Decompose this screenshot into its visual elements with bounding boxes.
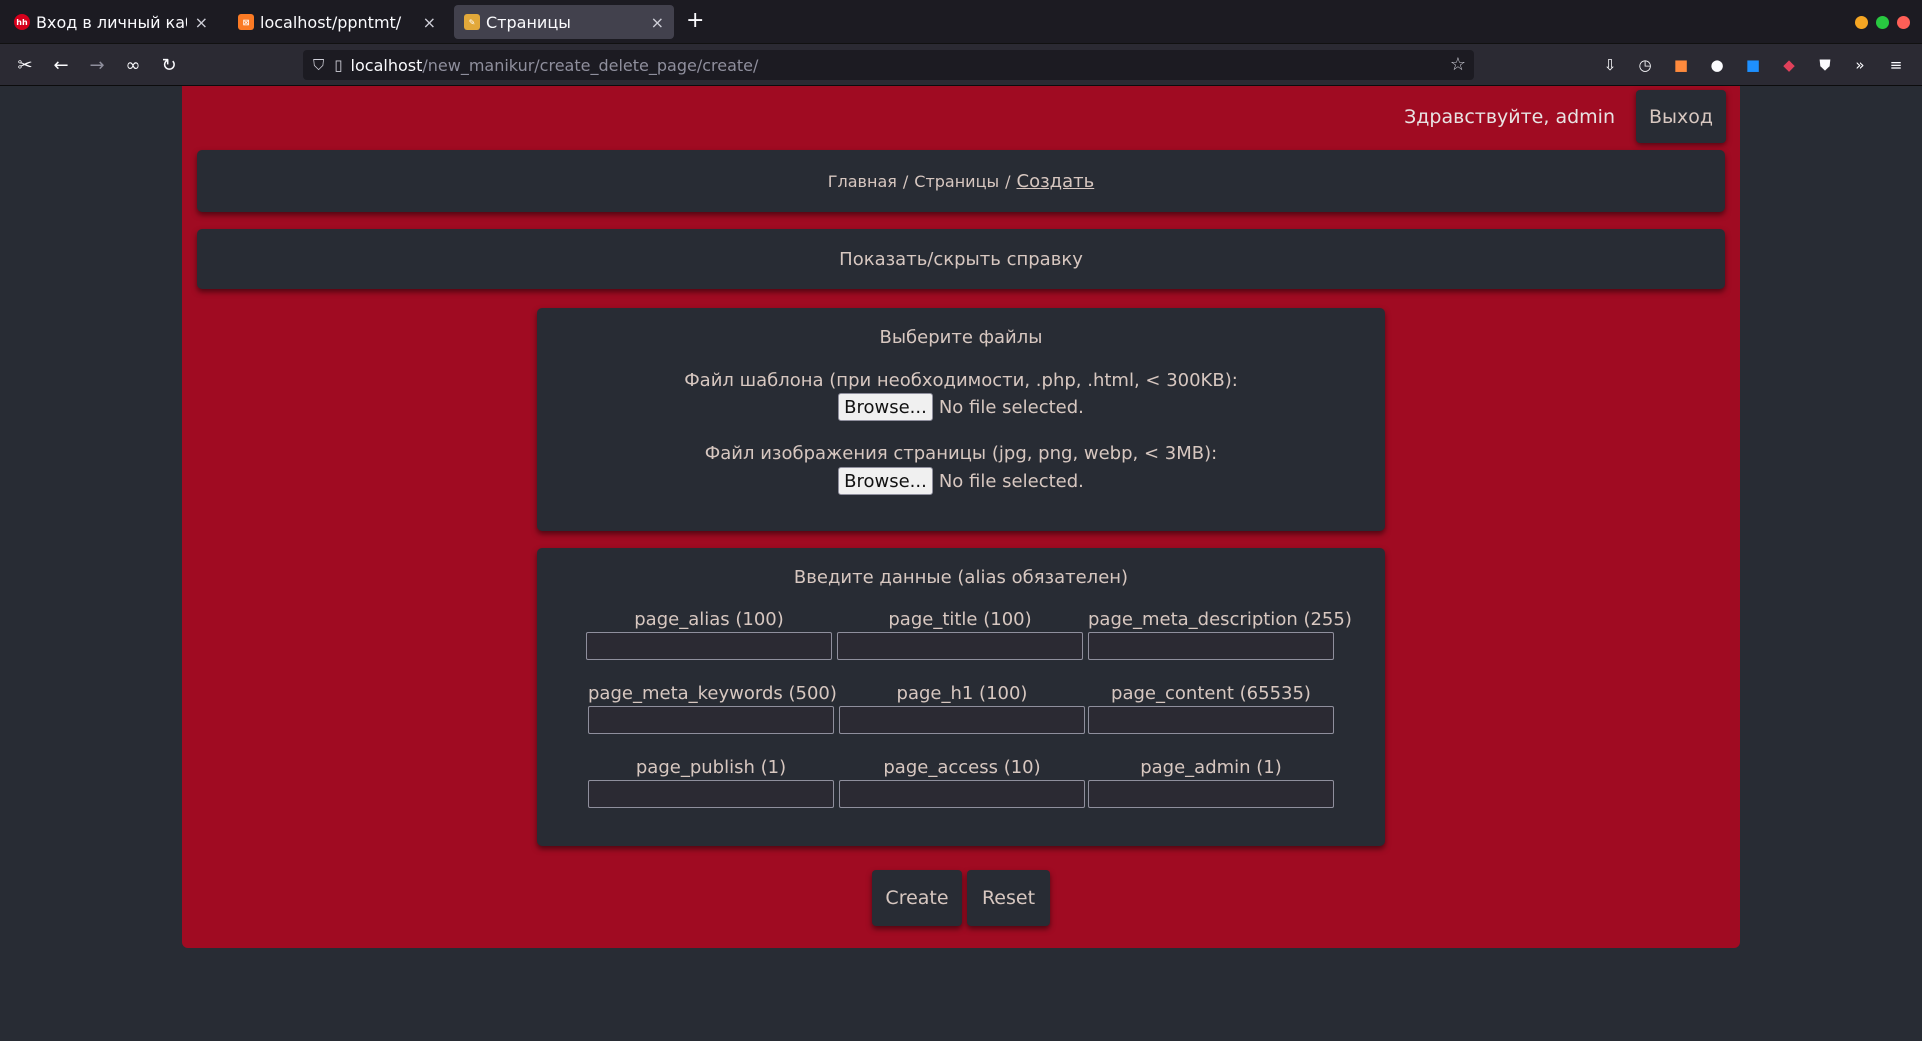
bookmark-star-icon[interactable]: ☆	[1450, 54, 1466, 75]
customize-icon[interactable]: ✂	[12, 52, 38, 78]
create-button[interactable]: Create	[872, 870, 962, 926]
page-content-input[interactable]	[1088, 706, 1334, 734]
field-page-meta-keywords: page_meta_keywords (500)	[588, 683, 837, 734]
url-path: /new_manikur/create_delete_page/create/	[422, 55, 759, 75]
page-info-icon[interactable]: ▯	[334, 56, 342, 74]
xampp-icon: ⊠	[238, 14, 254, 30]
page-publish-input[interactable]	[588, 780, 834, 808]
field-label: page_h1 (100)	[896, 683, 1028, 704]
breadcrumb: Главная / Страницы / Создать	[197, 150, 1725, 212]
field-page-alias: page_alias (100)	[586, 609, 832, 660]
page-viewport: Здравствуйте, admin Выход Главная / Стра…	[0, 86, 1922, 1041]
field-page-h1: page_h1 (100)	[839, 683, 1085, 734]
history-icon[interactable]: ◷	[1634, 54, 1656, 76]
main-container: Здравствуйте, admin Выход Главная / Стра…	[182, 86, 1740, 948]
tab-localhost[interactable]: ⊠ localhost/ppntmt/ ×	[228, 5, 446, 39]
field-page-publish: page_publish (1)	[588, 757, 834, 808]
field-label: page_access (10)	[883, 757, 1041, 778]
breadcrumb-separator: /	[1005, 171, 1011, 191]
breadcrumb-pages[interactable]: Страницы	[914, 172, 999, 191]
page-meta-keywords-input[interactable]	[588, 706, 834, 734]
help-toggle[interactable]: Показать/скрыть справку	[197, 229, 1725, 289]
field-label: page_meta_keywords (500)	[588, 683, 837, 704]
page-icon: ✎	[464, 14, 480, 30]
image-file-status: No file selected.	[938, 470, 1084, 492]
overflow-icon[interactable]: »	[1849, 54, 1871, 76]
sync-icon[interactable]: ●	[1706, 54, 1728, 76]
shield-icon[interactable]: ⛉	[313, 56, 324, 74]
breadcrumb-separator: /	[902, 171, 909, 191]
template-file-label: Файл шаблона (при необходимости, .php, .…	[684, 370, 1238, 391]
logout-button[interactable]: Выход	[1636, 90, 1726, 143]
files-heading: Выберите файлы	[879, 327, 1043, 348]
field-label: page_publish (1)	[635, 757, 787, 778]
close-icon[interactable]: ×	[423, 13, 436, 32]
field-label: page_admin (1)	[1140, 757, 1282, 778]
field-page-content: page_content (65535)	[1088, 683, 1334, 734]
page-h1-input[interactable]	[839, 706, 1085, 734]
browser-nav-bar: ✂ ← → ∞ ↻ ⛉ ▯ localhost/new_manikur/crea…	[0, 44, 1922, 86]
tab-title: Страницы	[486, 12, 571, 32]
breadcrumb-home[interactable]: Главная	[828, 172, 897, 191]
menu-icon[interactable]: ≡	[1885, 54, 1907, 76]
page-alias-input[interactable]	[586, 632, 832, 660]
browser-tab-bar: hh Вход в личный кабинет × ⊠ localhost/p…	[0, 0, 1922, 44]
template-file-status: No file selected.	[938, 396, 1084, 418]
field-page-title: page_title (100)	[837, 609, 1083, 660]
field-label: page_meta_description (255)	[1088, 609, 1352, 630]
field-label: page_title (100)	[888, 609, 1032, 630]
page-access-input[interactable]	[839, 780, 1085, 808]
image-file-label: Файл изображения страницы (jpg, png, web…	[704, 443, 1218, 464]
save-to-pocket-icon[interactable]: ⇩	[1599, 54, 1621, 76]
reload-icon[interactable]: ↻	[156, 52, 182, 78]
tab-title: localhost/ppntmt/	[260, 12, 402, 32]
new-tab-icon[interactable]: +	[686, 8, 704, 33]
hh-icon: hh	[14, 14, 30, 30]
image-browse-button[interactable]: Browse...	[838, 467, 933, 495]
field-page-admin: page_admin (1)	[1088, 757, 1334, 808]
back-icon[interactable]: ←	[48, 52, 74, 78]
minimize-window-icon[interactable]	[1855, 16, 1868, 29]
field-label: page_content (65535)	[1111, 683, 1311, 704]
template-browse-button[interactable]: Browse...	[838, 393, 933, 421]
close-icon[interactable]: ×	[195, 13, 208, 32]
close-icon[interactable]: ×	[651, 13, 664, 32]
data-heading: Введите данные (alias обязателен)	[793, 567, 1129, 588]
field-label: page_alias (100)	[634, 609, 784, 630]
reset-button[interactable]: Reset	[967, 870, 1050, 926]
data-panel: Введите данные (alias обязателен) page_a…	[537, 548, 1385, 846]
tab-hh-login[interactable]: hh Вход в личный кабинет ×	[4, 5, 218, 39]
page-title-input[interactable]	[837, 632, 1083, 660]
field-page-meta-description: page_meta_description (255)	[1088, 609, 1352, 660]
greeting: Здравствуйте, admin	[1404, 106, 1615, 128]
breadcrumb-current[interactable]: Создать	[1017, 171, 1095, 192]
eraser-icon[interactable]: ◆	[1778, 54, 1800, 76]
page-meta-description-input[interactable]	[1088, 632, 1334, 660]
tab-title: Вход в личный кабинет	[36, 12, 187, 32]
address-bar[interactable]: ⛉ ▯ localhost/new_manikur/create_delete_…	[303, 50, 1474, 80]
maximize-window-icon[interactable]	[1876, 16, 1889, 29]
field-page-access: page_access (10)	[839, 757, 1085, 808]
files-panel: Выберите файлы Файл шаблона (при необход…	[537, 308, 1385, 531]
tab-pages[interactable]: ✎ Страницы ×	[454, 5, 674, 39]
skype-extension-icon[interactable]: ■	[1742, 54, 1764, 76]
extension-icon[interactable]: ■	[1670, 54, 1692, 76]
shield-extension-icon[interactable]: ⛊	[1814, 54, 1836, 76]
forward-icon[interactable]: →	[84, 52, 110, 78]
close-window-icon[interactable]	[1897, 16, 1910, 29]
url-host: localhost	[350, 55, 423, 75]
page-admin-input[interactable]	[1088, 780, 1334, 808]
private-browsing-icon[interactable]: ∞	[120, 52, 146, 78]
